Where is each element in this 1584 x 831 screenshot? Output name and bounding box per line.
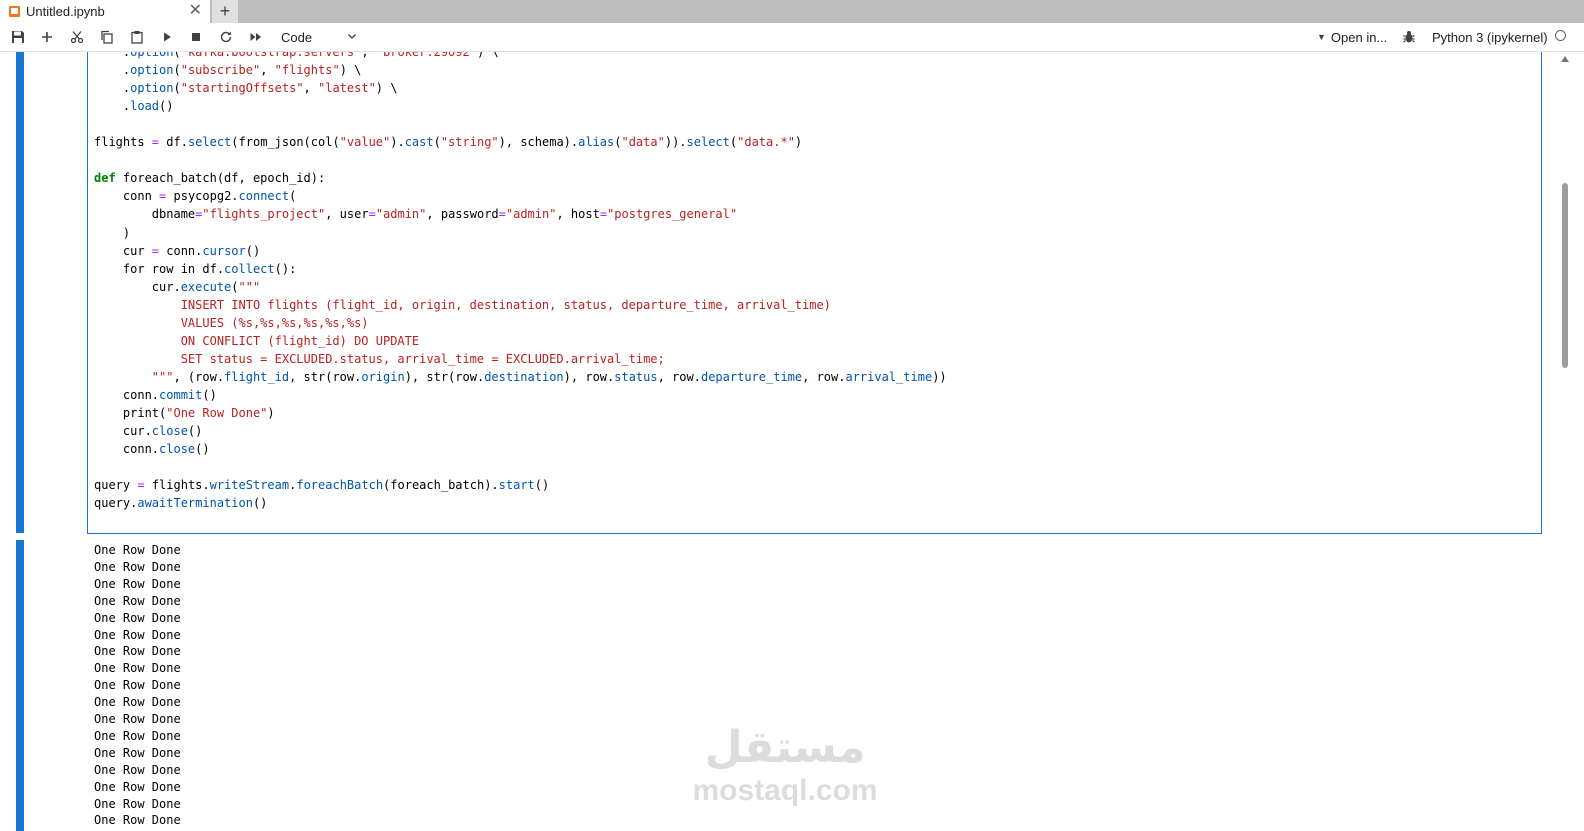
code-line: conn = psycopg2.connect( — [94, 189, 297, 204]
code-line: for row in df.collect(): — [94, 261, 297, 276]
output-line: One Row Done — [94, 661, 181, 676]
output-line: One Row Done — [94, 610, 181, 625]
output-line: One Row Done — [94, 559, 181, 574]
new-tab-button[interactable]: + — [212, 0, 238, 23]
kernel-status-icon — [1555, 30, 1566, 41]
code-line: query = flights.writeStream.foreachBatch… — [94, 478, 550, 493]
tab-title: Untitled.ipynb — [26, 4, 105, 19]
code-line: dbname="flights_project", user="admin", … — [94, 207, 738, 222]
code-line: def foreach_batch(df, epoch_id): — [94, 171, 326, 186]
output-line: One Row Done — [94, 745, 181, 760]
close-icon[interactable]: ✕ — [189, 2, 202, 20]
stop-icon[interactable] — [186, 27, 206, 47]
notebook-icon — [9, 6, 20, 17]
output-line: One Row Done — [94, 576, 181, 591]
open-in-label: Open in... — [1330, 29, 1388, 45]
output-line: One Row Done — [94, 543, 181, 557]
caret-down-icon: ▼ — [1317, 32, 1326, 42]
code-line: VALUES (%s,%s,%s,%s,%s,%s) — [94, 315, 369, 330]
code-line: conn.close() — [94, 442, 210, 457]
code-line: .option("subscribe", "flights") \ — [94, 63, 362, 78]
output-line: One Row Done — [94, 728, 181, 743]
code-line: ON CONFLICT (flight_id) DO UPDATE — [94, 333, 420, 348]
output-line: One Row Done — [94, 712, 181, 726]
chevron-down-icon — [348, 34, 356, 39]
code-line: INSERT INTO flights (flight_id, origin, … — [94, 297, 831, 312]
restart-icon[interactable] — [216, 27, 236, 47]
kernel-name[interactable]: Python 3 (ipykernel) — [1432, 27, 1548, 47]
add-cell-icon[interactable] — [37, 27, 57, 47]
scrollbar-thumb[interactable] — [1562, 183, 1568, 368]
code-line: cur.close() — [94, 424, 203, 439]
output-line: One Row Done — [94, 796, 181, 811]
scroll-up-arrow-icon[interactable] — [1561, 56, 1569, 62]
save-icon[interactable] — [8, 27, 28, 47]
input-collapser[interactable] — [16, 52, 24, 533]
code-line: query.awaitTermination() — [94, 496, 268, 511]
code-line: .option("kafka.bootstrap.servers", "brok… — [94, 52, 499, 59]
code-line: .load() — [94, 99, 174, 114]
code-line: print("One Row Done") — [94, 406, 275, 420]
output-line: One Row Done — [94, 762, 181, 777]
output-line: One Row Done — [94, 678, 181, 693]
open-in-button[interactable]: ▼ Open in... — [1317, 27, 1387, 47]
output-line: One Row Done — [94, 779, 181, 794]
code-line: flights = df.select(from_json(col("value… — [94, 135, 803, 150]
run-icon[interactable] — [157, 27, 177, 47]
code-cell-input[interactable] — [87, 52, 1542, 534]
notebook-panel[interactable]: .option("kafka.bootstrap.servers", "brok… — [0, 52, 1584, 831]
output-line: One Row Done — [94, 593, 181, 608]
notebook-toolbar: Code ▼ Open in... Python 3 (ipykernel) — [0, 23, 1584, 52]
code-line: SET status = EXCLUDED.status, arrival_ti… — [94, 351, 665, 366]
code-line: cur.execute(""" — [94, 279, 261, 294]
copy-icon[interactable] — [97, 27, 117, 47]
code-line: cur = conn.cursor() — [94, 243, 261, 258]
notebook-tab[interactable]: Untitled.ipynb ✕ — [0, 0, 210, 23]
code-line: """, (row.flight_id, str(row.origin), st… — [151, 369, 947, 384]
paste-icon[interactable] — [127, 27, 147, 47]
tab-bar: Untitled.ipynb ✕ + — [0, 0, 1584, 23]
cell-type-select[interactable]: Code — [277, 27, 363, 47]
output-collapser[interactable] — [16, 540, 24, 831]
output-line: One Row Done — [94, 644, 181, 659]
code-line: conn.commit() — [94, 387, 217, 402]
run-all-icon[interactable] — [246, 27, 266, 47]
bug-icon[interactable] — [1399, 27, 1419, 47]
code-line: .option("startingOffsets", "latest") \ — [94, 81, 398, 96]
cell-type-value: Code — [281, 29, 313, 45]
cut-icon[interactable] — [67, 27, 87, 47]
scrollbar[interactable] — [1558, 52, 1572, 831]
output-line: One Row Done — [94, 813, 181, 828]
output-line: One Row Done — [94, 695, 181, 710]
output-line: One Row Done — [94, 627, 181, 642]
code-line: ) — [94, 225, 131, 240]
